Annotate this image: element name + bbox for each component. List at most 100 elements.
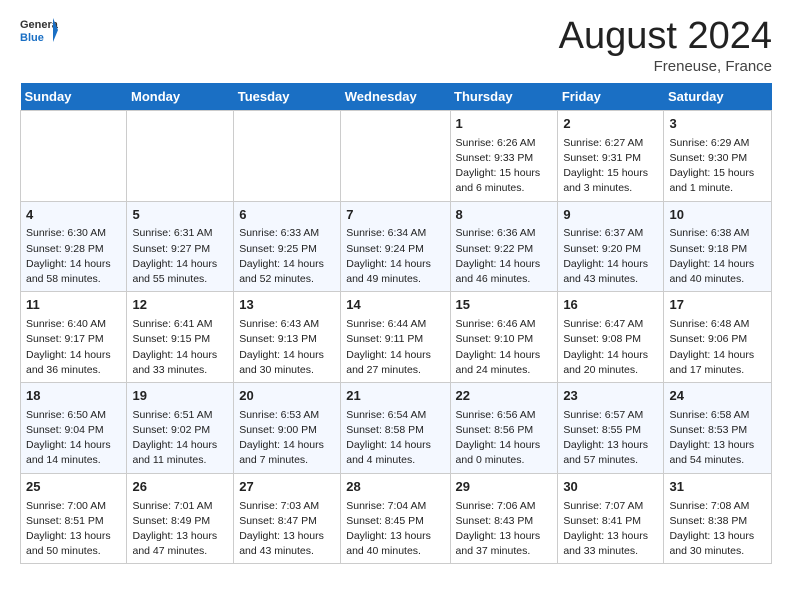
calendar-week-4: 18 Sunrise: 6:50 AM Sunset: 9:04 PM Dayli… <box>21 382 772 473</box>
day-number: 4 <box>26 206 121 225</box>
calendar-cell: 10Sunrise: 6:38 AM Sunset: 9:18 PM Dayli… <box>664 201 772 292</box>
calendar-cell: 3 Sunrise: 6:29 AM Sunset: 9:30 PM Daylig… <box>664 110 772 201</box>
calendar-cell: 19 Sunrise: 6:51 AM Sunset: 9:02 PM Dayli… <box>127 382 234 473</box>
day-number: 26 <box>132 478 228 497</box>
day-number: 24 <box>669 387 766 406</box>
calendar-cell: 24 Sunrise: 6:58 AM Sunset: 8:53 PM Dayli… <box>664 382 772 473</box>
svg-text:General: General <box>20 19 58 31</box>
calendar-cell: 31 Sunrise: 7:08 AM Sunset: 8:38 PM Dayli… <box>664 473 772 564</box>
calendar-cell: 2Sunrise: 6:27 AM Sunset: 9:31 PM Daylig… <box>558 110 664 201</box>
day-number: 23 <box>563 387 658 406</box>
svg-text:Blue: Blue <box>20 32 44 44</box>
day-info: Sunrise: 6:33 AM Sunset: 9:25 PM Dayligh… <box>239 226 335 287</box>
calendar-cell: 6Sunrise: 6:33 AM Sunset: 9:25 PM Daylig… <box>234 201 341 292</box>
calendar-cell: 22Sunrise: 6:56 AM Sunset: 8:56 PM Dayli… <box>450 382 558 473</box>
day-number: 28 <box>346 478 444 497</box>
weekday-header-tuesday: Tuesday <box>234 83 341 111</box>
calendar-cell: 5Sunrise: 6:31 AM Sunset: 9:27 PM Daylig… <box>127 201 234 292</box>
day-info: Sunrise: 6:53 AM Sunset: 9:00 PM Dayligh… <box>239 408 335 469</box>
day-info: Sunrise: 6:48 AM Sunset: 9:06 PM Dayligh… <box>669 317 766 378</box>
calendar-table: SundayMondayTuesdayWednesdayThursdayFrid… <box>20 83 772 565</box>
day-info: Sunrise: 7:07 AM Sunset: 8:41 PM Dayligh… <box>563 499 658 560</box>
calendar-cell: 13 Sunrise: 6:43 AM Sunset: 9:13 PM Dayli… <box>234 292 341 383</box>
day-number: 19 <box>132 387 228 406</box>
day-info: Sunrise: 7:08 AM Sunset: 8:38 PM Dayligh… <box>669 499 766 560</box>
calendar-cell: 15 Sunrise: 6:46 AM Sunset: 9:10 PM Dayli… <box>450 292 558 383</box>
logo: General Blue <box>20 16 58 44</box>
month-year-title: August 2024 <box>559 16 772 58</box>
calendar-cell: 14 Sunrise: 6:44 AM Sunset: 9:11 PM Dayli… <box>341 292 450 383</box>
calendar-cell: 11 Sunrise: 6:40 AM Sunset: 9:17 PM Dayli… <box>21 292 127 383</box>
day-info: Sunrise: 6:54 AM Sunset: 8:58 PM Dayligh… <box>346 408 444 469</box>
day-info: Sunrise: 6:34 AM Sunset: 9:24 PM Dayligh… <box>346 226 444 287</box>
day-info: Sunrise: 6:57 AM Sunset: 8:55 PM Dayligh… <box>563 408 658 469</box>
weekday-header-friday: Friday <box>558 83 664 111</box>
calendar-week-2: 4Sunrise: 6:30 AM Sunset: 9:28 PM Daylig… <box>21 201 772 292</box>
day-info: Sunrise: 6:31 AM Sunset: 9:27 PM Dayligh… <box>132 226 228 287</box>
day-info: Sunrise: 6:46 AM Sunset: 9:10 PM Dayligh… <box>456 317 553 378</box>
calendar-cell: 7Sunrise: 6:34 AM Sunset: 9:24 PM Daylig… <box>341 201 450 292</box>
calendar-cell: 17 Sunrise: 6:48 AM Sunset: 9:06 PM Dayli… <box>664 292 772 383</box>
day-number: 10 <box>669 206 766 225</box>
day-number: 16 <box>563 296 658 315</box>
day-info: Sunrise: 6:30 AM Sunset: 9:28 PM Dayligh… <box>26 226 121 287</box>
day-number: 2 <box>563 115 658 134</box>
calendar-cell: 16 Sunrise: 6:47 AM Sunset: 9:08 PM Dayli… <box>558 292 664 383</box>
day-info: Sunrise: 6:40 AM Sunset: 9:17 PM Dayligh… <box>26 317 121 378</box>
day-number: 31 <box>669 478 766 497</box>
weekday-header-monday: Monday <box>127 83 234 111</box>
day-info: Sunrise: 6:44 AM Sunset: 9:11 PM Dayligh… <box>346 317 444 378</box>
logo-svg: General Blue <box>20 16 58 44</box>
calendar-week-1: 1 Sunrise: 6:26 AM Sunset: 9:33 PM Daylig… <box>21 110 772 201</box>
day-number: 30 <box>563 478 658 497</box>
weekday-header-sunday: Sunday <box>21 83 127 111</box>
calendar-cell: 25Sunrise: 7:00 AM Sunset: 8:51 PM Dayli… <box>21 473 127 564</box>
day-number: 18 <box>26 387 121 406</box>
calendar-week-5: 25Sunrise: 7:00 AM Sunset: 8:51 PM Dayli… <box>21 473 772 564</box>
day-number: 27 <box>239 478 335 497</box>
calendar-cell: 9Sunrise: 6:37 AM Sunset: 9:20 PM Daylig… <box>558 201 664 292</box>
day-number: 3 <box>669 115 766 134</box>
calendar-cell: 30 Sunrise: 7:07 AM Sunset: 8:41 PM Dayli… <box>558 473 664 564</box>
day-number: 21 <box>346 387 444 406</box>
day-number: 14 <box>346 296 444 315</box>
day-info: Sunrise: 6:50 AM Sunset: 9:04 PM Dayligh… <box>26 408 121 469</box>
calendar-cell <box>21 110 127 201</box>
day-number: 22 <box>456 387 553 406</box>
day-number: 20 <box>239 387 335 406</box>
calendar-cell <box>234 110 341 201</box>
day-info: Sunrise: 6:38 AM Sunset: 9:18 PM Dayligh… <box>669 226 766 287</box>
day-number: 17 <box>669 296 766 315</box>
weekday-header-saturday: Saturday <box>664 83 772 111</box>
calendar-cell: 28Sunrise: 7:04 AM Sunset: 8:45 PM Dayli… <box>341 473 450 564</box>
calendar-cell <box>127 110 234 201</box>
calendar-cell: 27Sunrise: 7:03 AM Sunset: 8:47 PM Dayli… <box>234 473 341 564</box>
day-info: Sunrise: 6:43 AM Sunset: 9:13 PM Dayligh… <box>239 317 335 378</box>
page-header: General Blue August 2024 Freneuse, Franc… <box>20 16 772 75</box>
calendar-cell: 12Sunrise: 6:41 AM Sunset: 9:15 PM Dayli… <box>127 292 234 383</box>
calendar-cell: 29Sunrise: 7:06 AM Sunset: 8:43 PM Dayli… <box>450 473 558 564</box>
day-number: 8 <box>456 206 553 225</box>
day-number: 1 <box>456 115 553 134</box>
calendar-cell: 23 Sunrise: 6:57 AM Sunset: 8:55 PM Dayli… <box>558 382 664 473</box>
day-number: 25 <box>26 478 121 497</box>
calendar-cell: 21 Sunrise: 6:54 AM Sunset: 8:58 PM Dayli… <box>341 382 450 473</box>
day-info: Sunrise: 6:47 AM Sunset: 9:08 PM Dayligh… <box>563 317 658 378</box>
day-info: Sunrise: 6:29 AM Sunset: 9:30 PM Dayligh… <box>669 136 766 197</box>
day-info: Sunrise: 6:36 AM Sunset: 9:22 PM Dayligh… <box>456 226 553 287</box>
weekday-header-wednesday: Wednesday <box>341 83 450 111</box>
location-subtitle: Freneuse, France <box>559 58 772 75</box>
day-number: 15 <box>456 296 553 315</box>
calendar-cell: 20 Sunrise: 6:53 AM Sunset: 9:00 PM Dayli… <box>234 382 341 473</box>
day-info: Sunrise: 7:01 AM Sunset: 8:49 PM Dayligh… <box>132 499 228 560</box>
day-info: Sunrise: 6:58 AM Sunset: 8:53 PM Dayligh… <box>669 408 766 469</box>
day-number: 7 <box>346 206 444 225</box>
day-number: 11 <box>26 296 121 315</box>
calendar-cell: 8Sunrise: 6:36 AM Sunset: 9:22 PM Daylig… <box>450 201 558 292</box>
day-number: 13 <box>239 296 335 315</box>
day-info: Sunrise: 6:26 AM Sunset: 9:33 PM Dayligh… <box>456 136 553 197</box>
calendar-cell: 18 Sunrise: 6:50 AM Sunset: 9:04 PM Dayli… <box>21 382 127 473</box>
day-info: Sunrise: 6:41 AM Sunset: 9:15 PM Dayligh… <box>132 317 228 378</box>
day-info: Sunrise: 6:51 AM Sunset: 9:02 PM Dayligh… <box>132 408 228 469</box>
calendar-cell: 26 Sunrise: 7:01 AM Sunset: 8:49 PM Dayli… <box>127 473 234 564</box>
